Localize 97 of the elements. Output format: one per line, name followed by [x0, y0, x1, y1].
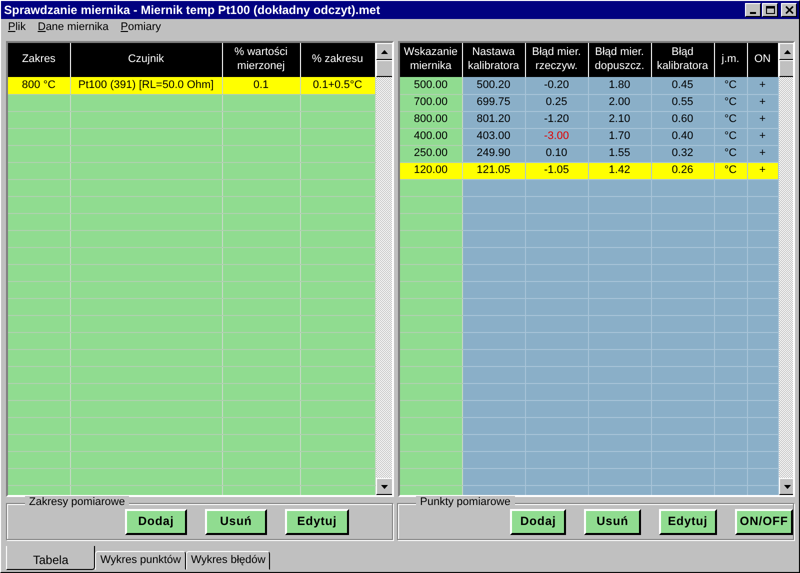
table-cell: 403.00: [462, 128, 525, 145]
table-cell: 121.05: [462, 162, 525, 179]
table-cell: 120.00: [400, 162, 462, 179]
table-cell: 801.20: [462, 111, 525, 128]
tab[interactable]: Wykres błędów: [186, 551, 270, 570]
table-cell: -1.05: [525, 162, 588, 179]
table-cell: 249.90: [462, 145, 525, 162]
table-cell: 0.25: [525, 94, 588, 111]
column-header[interactable]: Wskazanie miernika: [400, 43, 462, 77]
table-row[interactable]: 500.00 500.20 -0.20 1.80 0.45 °C +: [400, 77, 778, 94]
close-button[interactable]: [781, 3, 797, 17]
scroll-up-button[interactable]: [778, 43, 793, 60]
minimize-button[interactable]: [745, 3, 761, 17]
action-button[interactable]: Edytuj: [658, 508, 717, 534]
tab[interactable]: Wykres punktów: [95, 551, 186, 570]
table-cell: +: [747, 77, 778, 94]
table-cell: °C: [714, 162, 747, 179]
table-cell: +: [747, 145, 778, 162]
table-cell: -0.20: [525, 77, 588, 94]
table-cell: 699.75: [462, 94, 525, 111]
scroll-thumb[interactable]: [376, 60, 392, 77]
table-cell: 800 °C: [8, 77, 70, 94]
table-cell: -1.20: [525, 111, 588, 128]
table-cell: 1.70: [588, 128, 651, 145]
tab[interactable]: Tabela: [6, 546, 96, 570]
table-cell: 700.00: [400, 94, 462, 111]
table-row[interactable]: 250.00 249.90 0.10 1.55 0.32 °C +: [400, 145, 778, 162]
column-header[interactable]: ON: [747, 43, 778, 77]
vertical-scrollbar[interactable]: [778, 43, 793, 495]
table-row[interactable]: 800.00 801.20 -1.20 2.10 0.60 °C +: [400, 111, 778, 128]
action-button[interactable]: Dodaj: [125, 508, 187, 534]
table-cell: 0.26: [651, 162, 714, 179]
menu-item[interactable]: Dane miernika: [38, 21, 109, 35]
table-cell: 250.00: [400, 145, 462, 162]
table-row[interactable]: 800 °C Pt100 (391) [RL=50.0 Ohm] 0.1 0.1+0.5°C: [8, 77, 375, 94]
column-header[interactable]: % wartości mierzonej: [222, 43, 300, 77]
table-cell: 0.45: [651, 77, 714, 94]
action-button[interactable]: Usuń: [584, 508, 641, 534]
table-cell: 0.55: [651, 94, 714, 111]
maximize-button[interactable]: [762, 3, 778, 17]
table-cell: 500.00: [400, 77, 462, 94]
scroll-down-button[interactable]: [376, 478, 392, 495]
column-header[interactable]: Błąd mier. rzeczyw.: [525, 43, 588, 77]
table-cell: -3.00: [525, 128, 588, 145]
column-header[interactable]: j.m.: [714, 43, 747, 77]
table-cell: 0.10: [525, 145, 588, 162]
scroll-down-button[interactable]: [778, 478, 793, 495]
table-cell: 1.80: [588, 77, 651, 94]
table-cell: °C: [714, 145, 747, 162]
scroll-up-button[interactable]: [376, 43, 392, 60]
up-arrow-icon: [784, 50, 790, 54]
action-button[interactable]: Dodaj: [510, 508, 566, 534]
table-cell: 2.00: [588, 94, 651, 111]
up-arrow-icon: [380, 50, 388, 54]
group-label: Punkty pomiarowe: [416, 496, 514, 510]
column-header[interactable]: Czujnik: [70, 43, 222, 77]
column-header[interactable]: Błąd kalibratora: [651, 43, 714, 77]
table-cell: °C: [714, 111, 747, 128]
group-label: Zakresy pomiarowe: [25, 496, 129, 510]
table-cell: 0.40: [651, 128, 714, 145]
column-header[interactable]: Błąd mier. dopuszcz.: [588, 43, 651, 77]
down-arrow-icon: [784, 484, 790, 488]
table-cell: 0.60: [651, 111, 714, 128]
table-cell: 800.00: [400, 111, 462, 128]
action-button[interactable]: Edytuj: [285, 508, 349, 534]
table-cell: 1.42: [588, 162, 651, 179]
vertical-scrollbar[interactable]: [376, 43, 392, 495]
table-cell: °C: [714, 94, 747, 111]
action-button[interactable]: Usuń: [205, 508, 267, 534]
table-cell: +: [747, 128, 778, 145]
table-cell: 0.1+0.5°C: [300, 77, 375, 94]
table-cell: °C: [714, 77, 747, 94]
maximize-icon: [766, 6, 774, 14]
column-header[interactable]: % zakresu: [300, 43, 375, 77]
menu-item[interactable]: Pomiary: [120, 21, 162, 35]
table-cell: +: [747, 94, 778, 111]
table-cell: 0.32: [651, 145, 714, 162]
table-cell: Pt100 (391) [RL=50.0 Ohm]: [70, 77, 222, 94]
column-header[interactable]: Zakres: [8, 43, 70, 77]
table-row[interactable]: 400.00 403.00 -3.00 1.70 0.40 °C +: [400, 128, 778, 145]
table-cell: 400.00: [400, 128, 462, 145]
column-header[interactable]: Nastawa kalibratora: [462, 43, 525, 77]
down-arrow-icon: [380, 484, 388, 488]
close-icon: [784, 6, 794, 14]
table-cell: 500.20: [462, 77, 525, 94]
table-cell: +: [747, 162, 778, 179]
menu-item[interactable]: Plik: [8, 21, 26, 35]
table-cell: 2.10: [588, 111, 651, 128]
table-cell: +: [747, 111, 778, 128]
table-cell: 1.55: [588, 145, 651, 162]
table-row[interactable]: 700.00 699.75 0.25 2.00 0.55 °C +: [400, 94, 778, 111]
table-row[interactable]: 120.00 121.05 -1.05 1.42 0.26 °C +: [400, 162, 778, 179]
table-cell: °C: [714, 128, 747, 145]
window-title: Sprawdzanie miernika - Miernik temp Pt100 (dokładny odczyt).met: [4, 2, 382, 18]
table-cell: 0.1: [222, 77, 300, 94]
action-button[interactable]: ON/OFF: [734, 508, 793, 534]
scroll-thumb[interactable]: [778, 60, 793, 77]
